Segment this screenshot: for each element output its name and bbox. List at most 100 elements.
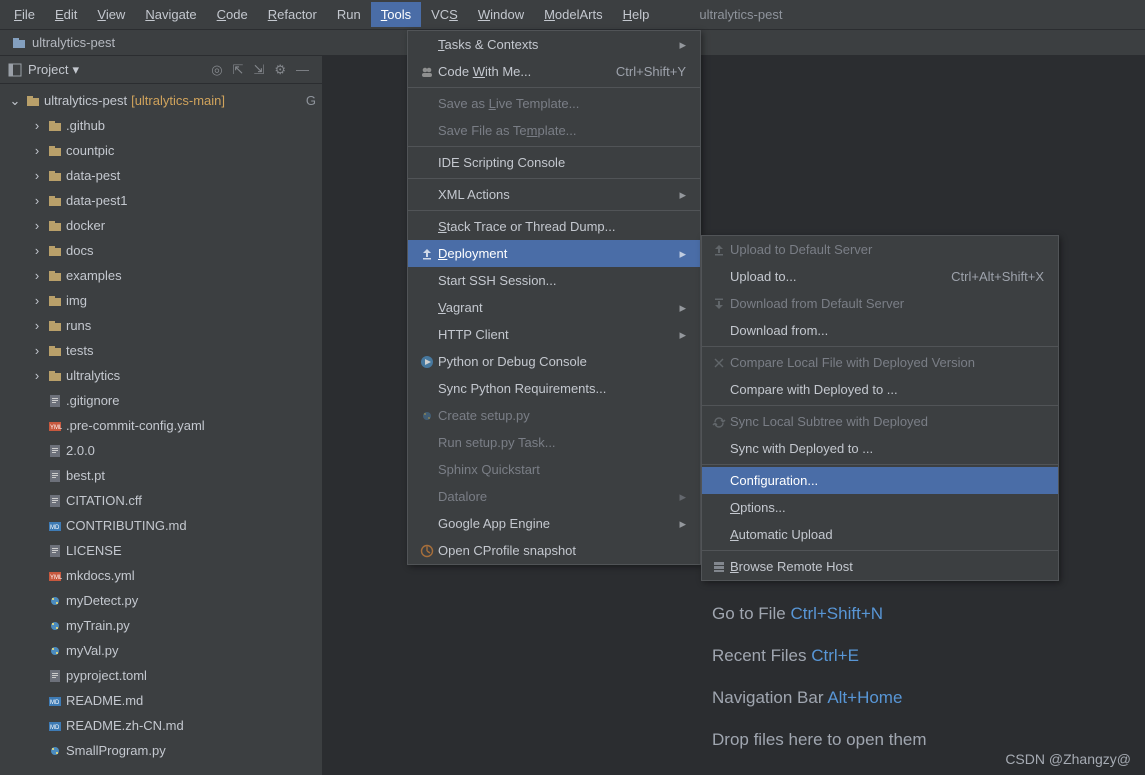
chevron-right-icon[interactable]: › xyxy=(30,268,44,283)
deploy-menu-item[interactable]: Automatic Upload xyxy=(702,521,1058,548)
tree-node[interactable]: myVal.py xyxy=(0,638,322,663)
menu-item-label: Compare with Deployed to ... xyxy=(730,382,1044,397)
tools-menu-item[interactable]: Tasks & Contexts▸ xyxy=(408,31,700,58)
host-icon xyxy=(712,560,726,574)
tree-node[interactable]: ›examples xyxy=(0,263,322,288)
chevron-right-icon[interactable]: › xyxy=(30,118,44,133)
tree-node[interactable]: ›.github xyxy=(0,113,322,138)
deploy-menu-item[interactable]: Configuration... xyxy=(702,467,1058,494)
folder-icon xyxy=(48,319,62,333)
chevron-right-icon[interactable]: › xyxy=(30,193,44,208)
expand-icon[interactable]: ⇱ xyxy=(233,62,244,78)
deploy-menu-item: Upload to Default Server xyxy=(702,236,1058,263)
menu-tools[interactable]: Tools xyxy=(371,2,421,27)
menu-vcs[interactable]: VCS xyxy=(421,2,468,27)
tree-node[interactable]: SmallProgram.py xyxy=(0,738,322,763)
chevron-right-icon[interactable]: › xyxy=(30,218,44,233)
tree-node[interactable]: pyproject.toml xyxy=(0,663,322,688)
tree-node[interactable]: YMLmkdocs.yml xyxy=(0,563,322,588)
watermark: CSDN @Zhangzy@ xyxy=(1005,751,1131,767)
tools-menu-item[interactable]: HTTP Client▸ xyxy=(408,321,700,348)
tree-node[interactable]: ›data-pest xyxy=(0,163,322,188)
menu-file[interactable]: File xyxy=(4,2,45,27)
gear-icon[interactable]: ⚙ xyxy=(274,62,286,78)
tools-menu-item[interactable]: Stack Trace or Thread Dump... xyxy=(408,213,700,240)
deploy-menu-item[interactable]: Compare with Deployed to ... xyxy=(702,376,1058,403)
deploy-menu-item[interactable]: Download from... xyxy=(702,317,1058,344)
chevron-right-icon[interactable]: › xyxy=(30,318,44,333)
folder-icon xyxy=(48,269,62,283)
tree-node[interactable]: ›img xyxy=(0,288,322,313)
menu-code[interactable]: Code xyxy=(207,2,258,27)
target-icon[interactable]: ◎ xyxy=(211,62,222,78)
window-title: ultralytics-pest xyxy=(699,7,782,22)
menu-refactor[interactable]: Refactor xyxy=(258,2,327,27)
tree-node[interactable]: MDREADME.md xyxy=(0,688,322,713)
tree-node[interactable]: ›data-pest1 xyxy=(0,188,322,213)
project-view-selector[interactable]: Project ▾ xyxy=(8,62,79,78)
py-icon xyxy=(48,644,62,658)
tree-node[interactable]: myTrain.py xyxy=(0,613,322,638)
menu-help[interactable]: Help xyxy=(613,2,660,27)
tree-node[interactable]: ›runs xyxy=(0,313,322,338)
hide-icon[interactable]: — xyxy=(296,62,309,77)
tree-node[interactable]: 2.0.0 xyxy=(0,438,322,463)
chevron-down-icon[interactable]: ⌄ xyxy=(8,93,22,109)
submenu-arrow-icon: ▸ xyxy=(679,246,686,262)
tree-node[interactable]: ›ultralytics xyxy=(0,363,322,388)
tools-menu-item[interactable]: Code With Me...Ctrl+Shift+Y xyxy=(408,58,700,85)
tree-node[interactable]: best.pt xyxy=(0,463,322,488)
tools-menu-item[interactable]: Sync Python Requirements... xyxy=(408,375,700,402)
deploy-menu-item[interactable]: Options... xyxy=(702,494,1058,521)
tree-node[interactable]: YML.pre-commit-config.yaml xyxy=(0,413,322,438)
tree-node[interactable]: MDCONTRIBUTING.md xyxy=(0,513,322,538)
project-icon xyxy=(8,63,22,77)
tools-menu-item[interactable]: IDE Scripting Console xyxy=(408,149,700,176)
deploy-menu-item[interactable]: Browse Remote Host xyxy=(702,553,1058,580)
tree-node[interactable]: LICENSE xyxy=(0,538,322,563)
tree-node[interactable]: ›countpic xyxy=(0,138,322,163)
menu-view[interactable]: View xyxy=(87,2,135,27)
menu-modelarts[interactable]: ModelArts xyxy=(534,2,613,27)
tree-node[interactable]: ›docker xyxy=(0,213,322,238)
tip-label: Recent Files xyxy=(712,646,806,665)
menu-item-label: Start SSH Session... xyxy=(438,273,686,288)
chevron-right-icon[interactable]: › xyxy=(30,343,44,358)
menu-item-label: Upload to... xyxy=(730,269,933,284)
tree-node[interactable]: ›tests xyxy=(0,338,322,363)
deployment-submenu: Upload to Default ServerUpload to...Ctrl… xyxy=(701,235,1059,581)
compare-icon xyxy=(712,356,726,370)
project-tree[interactable]: ⌄ultralytics-pest [ultralytics-main]G›.g… xyxy=(0,84,322,767)
tools-menu-item[interactable]: Google App Engine▸ xyxy=(408,510,700,537)
tools-menu-item[interactable]: Start SSH Session... xyxy=(408,267,700,294)
chevron-right-icon[interactable]: › xyxy=(30,168,44,183)
deploy-menu-item[interactable]: Sync with Deployed to ... xyxy=(702,435,1058,462)
menu-item-label: Create setup.py xyxy=(438,408,686,423)
tools-menu-item[interactable]: Open CProfile snapshot xyxy=(408,537,700,564)
menu-edit[interactable]: Edit xyxy=(45,2,87,27)
tree-node[interactable]: ⌄ultralytics-pest [ultralytics-main]G xyxy=(0,88,322,113)
svg-text:MD: MD xyxy=(50,700,60,706)
tree-node[interactable]: CITATION.cff xyxy=(0,488,322,513)
tools-menu-item[interactable]: XML Actions▸ xyxy=(408,181,700,208)
tree-node[interactable]: MDREADME.zh-CN.md xyxy=(0,713,322,738)
tools-menu-item[interactable]: Deployment▸ xyxy=(408,240,700,267)
tools-menu-item[interactable]: Python or Debug Console xyxy=(408,348,700,375)
collapse-icon[interactable]: ⇲ xyxy=(253,62,264,78)
menu-navigate[interactable]: Navigate xyxy=(135,2,206,27)
menu-item-label: Compare Local File with Deployed Version xyxy=(730,355,1044,370)
tools-menu-item[interactable]: Vagrant▸ xyxy=(408,294,700,321)
folder-icon xyxy=(48,219,62,233)
menu-window[interactable]: Window xyxy=(468,2,534,27)
tree-node[interactable]: myDetect.py xyxy=(0,588,322,613)
deploy-menu-item[interactable]: Upload to...Ctrl+Alt+Shift+X xyxy=(702,263,1058,290)
chevron-right-icon[interactable]: › xyxy=(30,143,44,158)
tree-node[interactable]: ›docs xyxy=(0,238,322,263)
tree-node[interactable]: .gitignore xyxy=(0,388,322,413)
chevron-right-icon[interactable]: › xyxy=(30,243,44,258)
menu-item-label: Datalore xyxy=(438,489,665,504)
menu-run[interactable]: Run xyxy=(327,2,371,27)
chevron-right-icon[interactable]: › xyxy=(30,293,44,308)
chevron-right-icon[interactable]: › xyxy=(30,368,44,383)
tip-label: Drop files here to open them xyxy=(712,730,927,749)
